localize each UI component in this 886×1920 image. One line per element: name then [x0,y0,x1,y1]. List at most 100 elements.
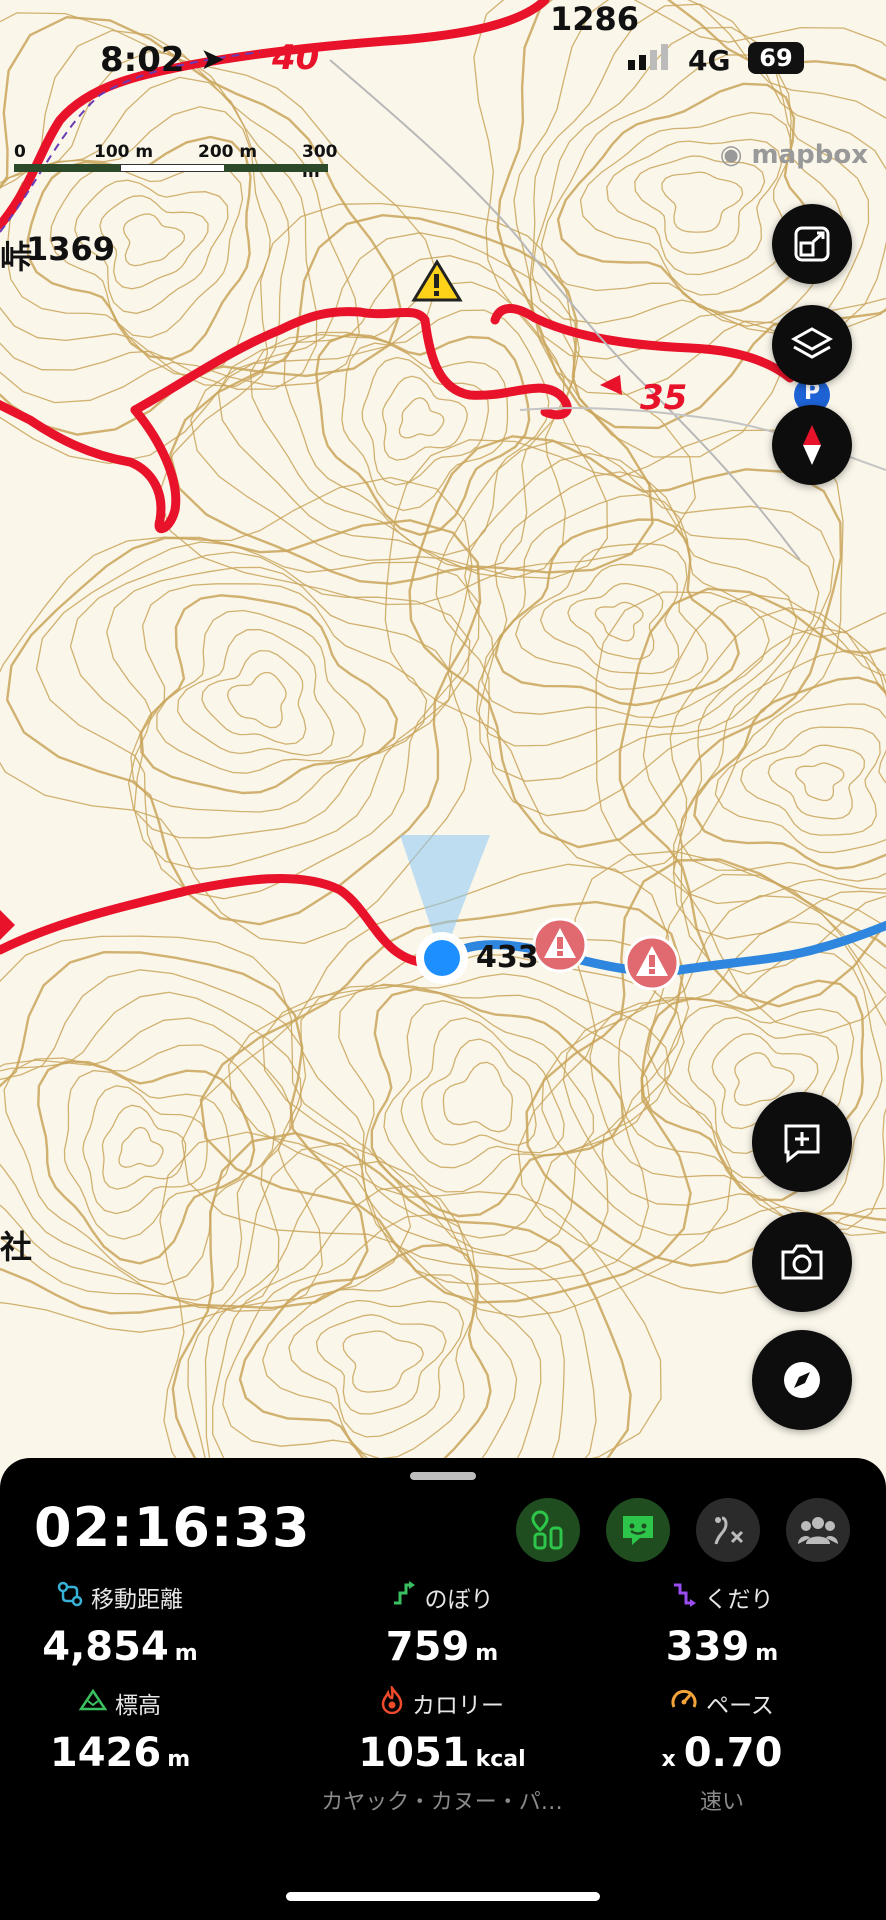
scale-segment-2 [120,164,226,172]
warning-icon[interactable] [411,259,463,302]
location-arrow-icon: ➤ [200,42,226,77]
checkpoint-button[interactable] [516,1498,580,1562]
stat-prefix: x [661,1747,676,1772]
checkpoint-icon [531,1510,563,1550]
stat-value-row: x 0.70 [592,1730,852,1776]
stat-descent: くだり 339 m [592,1580,852,1670]
red-trail-west [0,874,445,967]
group-icon [798,1517,838,1544]
compass-needle-icon [803,425,821,465]
stat-unit: m [167,1747,191,1772]
stat-value-row: 4,854 m [0,1624,250,1670]
expand-icon [794,226,830,262]
stat-value: 4,854 [42,1624,169,1670]
camera-button[interactable] [752,1212,852,1312]
chat-button[interactable] [606,1498,670,1562]
stat-value-row: 759 m [312,1624,572,1670]
scale-label-0: 0 [14,142,26,162]
elapsed-time: 02:16:33 [34,1496,311,1559]
elevation-icon [78,1688,108,1718]
descent-icon [671,1581,697,1613]
status-bar: 8:02 ➤ 4G 69 [0,30,886,90]
fullscreen-button[interactable] [772,204,852,284]
route-off-icon [714,1516,744,1545]
pace-icon [670,1687,698,1719]
layers-button[interactable] [772,305,852,385]
stat-value-row: 339 m [592,1624,852,1670]
activity-panel: 02:16:33 移動距離 4,854 m のぼり 759 m くだり 339 m 標高 1426 m… [0,1458,886,1920]
stat-value: 1051 [358,1730,470,1776]
layers-icon [791,327,833,359]
direction-arrow-1 [0,910,15,940]
stat-label-row: 標高 [0,1686,250,1720]
navigate-button[interactable] [752,1330,852,1430]
danger-marker-1[interactable] [532,917,588,973]
scale-label-200: 200 m [198,142,258,162]
scale-segment-1 [14,164,120,172]
elevation-label-433: 433 [476,940,539,975]
shrine-label: 社 [0,1228,33,1266]
status-time: 8:02 [100,40,185,80]
ascent-icon [391,1581,417,1613]
stat-value: 0.70 [683,1730,783,1776]
compass-button[interactable] [772,405,852,485]
stat-label: 移動距離 [91,1587,183,1613]
stat-label-row: 移動距離 [0,1580,250,1614]
mapbox-logo-icon: ◉ [719,140,752,170]
stat-distance: 移動距離 4,854 m [0,1580,250,1670]
stat-label-row: ペース [592,1686,852,1720]
stat-unit: kcal [475,1747,526,1772]
stat-value-row: 1051 kcal [312,1730,572,1776]
signal-icon [628,44,678,74]
scale-label-300: 300 m [302,142,338,182]
stat-label: 標高 [115,1693,161,1719]
route-off-button[interactable] [696,1498,760,1562]
direction-arrow-2 [600,375,622,395]
pass-label: 峠 [0,238,33,276]
stat-value: 759 [385,1624,470,1670]
scale-label-100: 100 m [94,142,154,162]
red-trail-right [490,304,795,383]
stat-ascent: のぼり 759 m [312,1580,572,1670]
stat-subtext: 速い [699,1790,744,1815]
stat-pace: ペース x 0.70 速い [592,1686,852,1816]
danger-marker-2[interactable] [624,935,680,991]
stat-value-row: 1426 m [0,1730,250,1776]
stat-label-row: のぼり [312,1580,572,1614]
distance-icon [57,1581,83,1613]
stat-elevation: 標高 1426 m [0,1686,250,1776]
stat-label: くだり [704,1587,774,1613]
chat-face-icon [623,1516,653,1545]
current-location-dot [416,932,468,984]
red-trail-branch [0,399,181,534]
battery-indicator: 69 [748,42,804,74]
peak-label-1369: 1369 [26,230,116,268]
stat-label: カロリー [412,1693,504,1719]
stat-value: 339 [665,1624,750,1670]
mapbox-attribution[interactable]: ◉ mapbox [720,140,868,170]
stat-subtext: カヤック・カヌー・パ… [321,1790,563,1815]
route-number-35: 35 [640,378,688,418]
scale-segment-3 [224,164,328,172]
map-view[interactable]: 40 1286 1369 峠 35 社 433 P 8:02 ➤ 4G 69 0… [0,0,886,1480]
mapbox-text: mapbox [751,140,869,170]
stat-label: のぼり [424,1587,494,1613]
home-indicator[interactable] [286,1892,600,1901]
group-button[interactable] [786,1498,850,1562]
navigate-icon [784,1362,820,1398]
map-scale: 0 100 m 200 m 300 m [14,142,338,182]
red-trail-middle [130,307,572,420]
network-type: 4G [688,44,731,77]
calorie-icon [380,1683,404,1720]
camera-icon [781,1244,823,1280]
stat-calorie: カロリー 1051 kcal カヤック・カヌー・パ… [312,1683,572,1816]
stat-label-row: くだり [592,1580,852,1614]
stat-label-row: カロリー [312,1683,572,1720]
stat-value: 1426 [49,1730,162,1776]
stat-unit: m [174,1641,198,1666]
panel-grabber[interactable] [410,1472,476,1480]
stat-label: ペース [706,1693,774,1719]
stat-unit: m [475,1641,499,1666]
add-memo-button[interactable] [752,1092,852,1192]
add-memo-icon [784,1124,820,1164]
